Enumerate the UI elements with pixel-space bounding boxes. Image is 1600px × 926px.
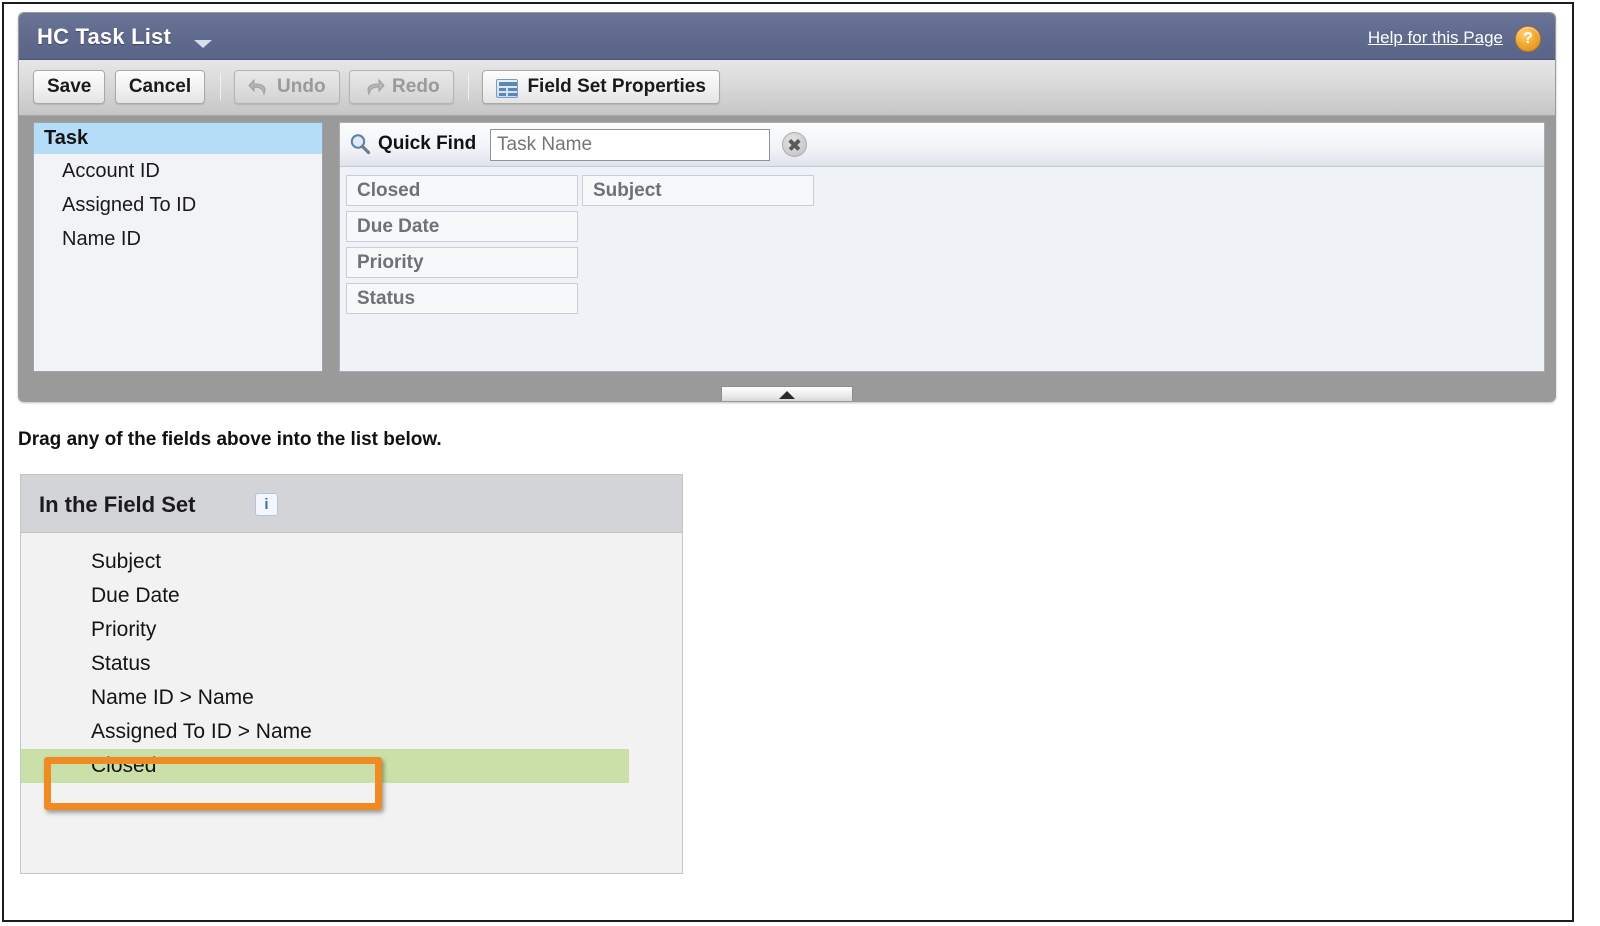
quick-find-input[interactable] (490, 129, 770, 161)
save-button[interactable]: Save (33, 70, 106, 104)
builder-body: Task Account ID Assigned To ID Name ID Q… (19, 116, 1555, 401)
clear-x-icon[interactable] (782, 132, 807, 157)
field-set-row-list: Subject Due Date Priority Status Name ID… (21, 533, 682, 783)
redo-label: Redo (392, 76, 440, 97)
info-icon[interactable]: i (255, 493, 278, 516)
field-set-row-priority[interactable]: Priority (21, 613, 682, 647)
field-set-properties-label: Field Set Properties (527, 76, 706, 97)
screenshot-frame: HC Task List Help for this Page ? Save C… (2, 2, 1574, 922)
object-field-tree: Task Account ID Assigned To ID Name ID (33, 122, 323, 372)
object-field-account-id[interactable]: Account ID (34, 154, 322, 188)
field-set-panel-header: In the Field Set i (21, 475, 682, 533)
toolbar-divider-2 (468, 74, 469, 100)
palette-chip-subject[interactable]: Subject (582, 175, 814, 206)
quick-find-label: Quick Find (378, 133, 477, 154)
table-properties-icon (496, 78, 519, 98)
palette-field-grid: Closed Due Date Priority Status Subject (340, 167, 1544, 314)
window-title-bar: HC Task List Help for this Page ? (19, 13, 1555, 60)
field-set-row-due-date[interactable]: Due Date (21, 579, 682, 613)
field-set-properties-button[interactable]: Field Set Properties (482, 70, 720, 104)
redo-arrow-icon (363, 78, 385, 98)
undo-button[interactable]: Undo (234, 70, 340, 104)
object-field-assigned-to-id[interactable]: Assigned To ID (34, 188, 322, 222)
undo-arrow-icon (248, 78, 270, 98)
chevron-down-icon[interactable] (194, 40, 212, 48)
collapse-panel-handle[interactable] (721, 386, 853, 401)
field-set-row-closed[interactable]: Closed (21, 749, 629, 783)
field-set-panel-title: In the Field Set (39, 492, 196, 517)
help-for-this-page-link[interactable]: Help for this Page (1368, 28, 1503, 48)
object-tree-header[interactable]: Task (34, 123, 322, 154)
palette-chip-status[interactable]: Status (346, 283, 578, 314)
field-set-builder-window: HC Task List Help for this Page ? Save C… (18, 12, 1556, 402)
field-set-row-status[interactable]: Status (21, 647, 682, 681)
field-set-row-subject[interactable]: Subject (21, 545, 682, 579)
undo-label: Undo (277, 76, 326, 97)
redo-button[interactable]: Redo (349, 70, 454, 104)
builder-toolbar: Save Cancel Undo Redo Field Set Properti… (19, 60, 1555, 116)
field-palette: Quick Find Closed Due Date Priority Stat… (339, 122, 1545, 372)
drag-instruction-text: Drag any of the fields above into the li… (18, 429, 442, 450)
triangle-up-icon (779, 391, 795, 399)
question-mark-icon[interactable]: ? (1515, 26, 1541, 52)
palette-chip-due-date[interactable]: Due Date (346, 211, 578, 242)
page-title: HC Task List (37, 24, 172, 49)
in-the-field-set-panel: In the Field Set i Subject Due Date Prio… (20, 474, 683, 874)
quick-find-bar: Quick Find (340, 123, 1544, 167)
toolbar-divider-1 (219, 74, 221, 100)
palette-chip-closed[interactable]: Closed (346, 175, 578, 206)
magnifier-icon (348, 132, 372, 156)
field-set-row-name-id-name[interactable]: Name ID > Name (21, 681, 682, 715)
cancel-button[interactable]: Cancel (114, 70, 206, 104)
object-field-name-id[interactable]: Name ID (34, 222, 322, 256)
field-set-row-assigned-to-id-name[interactable]: Assigned To ID > Name (21, 715, 682, 749)
palette-chip-priority[interactable]: Priority (346, 247, 578, 278)
